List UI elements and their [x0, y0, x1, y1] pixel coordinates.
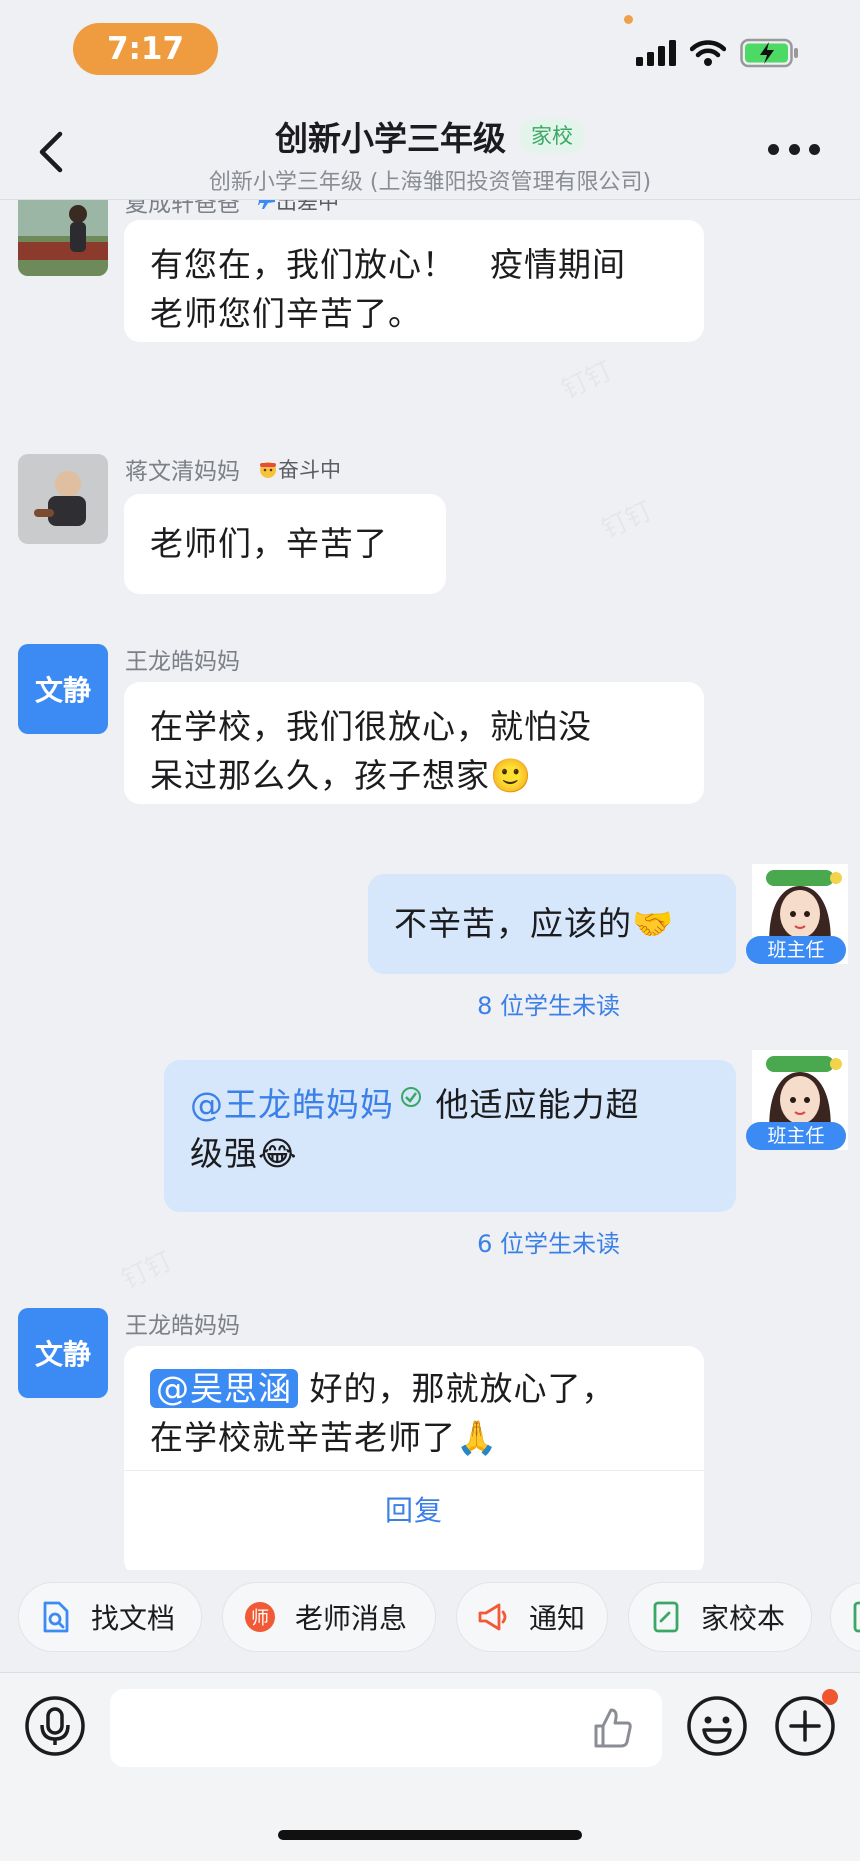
watermark: 钉钉: [555, 351, 618, 407]
message-bubble[interactable]: 有您在，我们放心！ 疫情期间 老师您们辛苦了。: [124, 220, 704, 342]
quick-action-find-docs[interactable]: 找文档: [18, 1582, 202, 1652]
unread-count[interactable]: 6 位学生未读: [477, 1224, 620, 1259]
avatar[interactable]: 文静: [18, 644, 108, 734]
more-dot-icon: [809, 143, 820, 155]
home-indicator[interactable]: [278, 1830, 582, 1840]
svg-text:师: 师: [251, 1608, 269, 1629]
quick-action-label: 找文档: [91, 1602, 176, 1635]
voice-input-button[interactable]: [24, 1695, 86, 1757]
message-bubble[interactable]: 在学校，我们很放心，就怕没 呆过那么久，孩子想家🙂: [124, 682, 704, 804]
message-input[interactable]: [110, 1689, 662, 1767]
airplane-icon: [258, 200, 275, 209]
reply-button[interactable]: 回复: [124, 1486, 704, 1535]
sender-status: 奋斗中: [278, 458, 341, 482]
more-options-button[interactable]: [768, 142, 820, 156]
emoji-button[interactable]: [686, 1695, 748, 1757]
quick-action-more[interactable]: [830, 1582, 860, 1652]
quick-action-label: 家校本: [701, 1602, 786, 1635]
quick-action-teacher-messages[interactable]: 师 老师消息: [222, 1582, 436, 1652]
status-bar: 7:17: [0, 0, 860, 96]
role-tag: 班主任: [746, 936, 846, 964]
notebook-icon: [851, 1600, 860, 1634]
message-text: 好的，那就放心了，: [309, 1369, 616, 1408]
teacher-avatar[interactable]: 班主任: [746, 864, 848, 964]
avatar-text: 文静: [34, 1338, 91, 1371]
more-dot-icon: [768, 143, 779, 155]
status-time: 7:17: [73, 23, 218, 75]
thumbs-up-icon[interactable]: [590, 1706, 634, 1750]
notification-dot: [822, 1689, 838, 1705]
message-list[interactable]: 钉钉 钉钉 钉钉 钉钉 夏成轩爸爸 出差中 有您在，我们放心！ 疫情期间 老师您…: [0, 200, 860, 1570]
notebook-icon: [649, 1600, 683, 1634]
message-text: 呆过那么久，孩子想家🙂: [150, 756, 533, 795]
striving-emoji-icon: [260, 462, 276, 478]
photo-avatar-icon: [18, 454, 108, 544]
message-bubble[interactable]: 老师们，辛苦了: [124, 494, 446, 594]
privacy-indicator-dot: [624, 15, 633, 24]
more-dot-icon: [788, 143, 800, 155]
chat-title[interactable]: 创新小学三年级: [275, 119, 506, 158]
quick-action-label: 通知: [529, 1602, 586, 1635]
message-text: 有您在，我们放心！ 疫情期间: [150, 245, 626, 284]
unread-count[interactable]: 8 位学生未读: [477, 986, 620, 1021]
avatar[interactable]: [18, 200, 108, 276]
home-school-tag: 家校: [519, 119, 586, 153]
message-text: 老师您们辛苦了。: [150, 294, 422, 333]
read-check-icon: [401, 1087, 421, 1107]
divider: [124, 1470, 704, 1471]
role-tag: 班主任: [746, 1122, 846, 1150]
chat-subtitle: 创新小学三年级 (上海雏阳投资管理有限公司): [208, 170, 652, 195]
quick-action-label: 老师消息: [295, 1602, 408, 1635]
cellular-signal-icon: [636, 40, 676, 66]
sender-name: 蒋文清妈妈: [125, 459, 240, 485]
wifi-icon: [690, 40, 726, 66]
battery-charging-icon: [740, 38, 798, 68]
watermark: 钉钉: [595, 491, 658, 547]
message-text: 老师们，辛苦了: [150, 524, 388, 563]
mention-link[interactable]: @王龙皓妈妈: [190, 1085, 394, 1124]
avatar-text: 文静: [34, 674, 91, 707]
message-bubble-outgoing[interactable]: 不辛苦，应该的🤝: [368, 874, 736, 974]
message-bubble[interactable]: @吴思涵 好的，那就放心了， 在学校就辛苦老师了🙏 回复: [124, 1346, 704, 1570]
avatar[interactable]: [18, 454, 108, 544]
mention-link[interactable]: @吴思涵: [150, 1369, 298, 1408]
message-text: 在学校就辛苦老师了🙏: [150, 1418, 499, 1457]
avatar[interactable]: 文静: [18, 1308, 108, 1398]
quick-action-bar[interactable]: 找文档 师 老师消息 通知 家校本: [0, 1570, 860, 1670]
photo-avatar-icon: [18, 200, 108, 276]
message-text: 他适应能力超: [424, 1085, 640, 1124]
message-text: 级强😂: [190, 1134, 298, 1173]
megaphone-icon: [477, 1600, 511, 1634]
sender-status: 出差中: [276, 200, 339, 214]
message-bubble-outgoing[interactable]: @王龙皓妈妈 他适应能力超 级强😂: [164, 1060, 736, 1212]
chat-header: 创新小学三年级 家校 创新小学三年级 (上海雏阳投资管理有限公司): [0, 96, 860, 200]
sender-name: 王龙皓妈妈: [125, 649, 240, 675]
sender-name: 夏成轩爸爸: [125, 200, 240, 217]
watermark: 钉钉: [115, 1241, 178, 1297]
message-text: 在学校，我们很放心，就怕没: [150, 707, 592, 746]
sender-name: 王龙皓妈妈: [125, 1313, 240, 1339]
teacher-message-icon: 师: [243, 1600, 277, 1634]
quick-action-home-school-book[interactable]: 家校本: [628, 1582, 812, 1652]
message-text: 不辛苦，应该的🤝: [394, 904, 675, 943]
doc-search-icon: [39, 1600, 73, 1634]
quick-action-notice[interactable]: 通知: [456, 1582, 608, 1652]
teacher-avatar[interactable]: 班主任: [746, 1050, 848, 1150]
